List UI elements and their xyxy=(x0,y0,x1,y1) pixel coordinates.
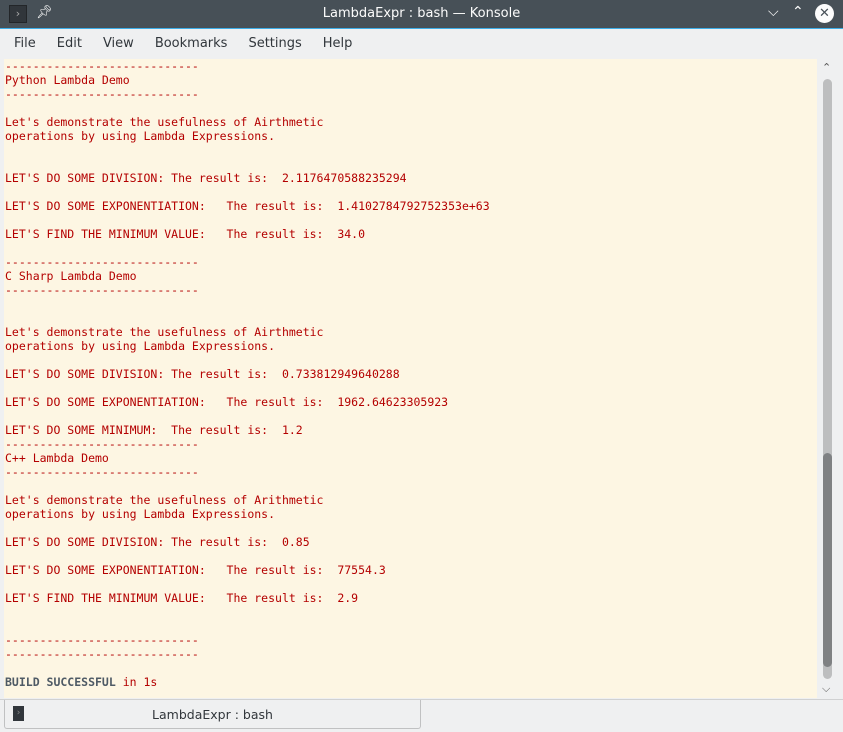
terminal-line: Let's demonstrate the usefulness of Arit… xyxy=(5,493,324,507)
terminal-line: operations by using Lambda Expressions. xyxy=(5,507,276,521)
scroll-up-icon[interactable]: ⌃ xyxy=(822,61,831,74)
terminal-line: LET'S DO SOME MINIMUM: The result is: 1.… xyxy=(5,423,303,437)
menu-help[interactable]: Help xyxy=(323,29,353,59)
menu-view[interactable]: View xyxy=(103,29,134,59)
tab-bar: › LambdaExpr : bash xyxy=(0,699,843,732)
terminal-line: ---------------------------- xyxy=(5,647,199,661)
menu-bar: File Edit View Bookmarks Settings Help xyxy=(0,29,843,59)
terminal-line: LET'S FIND THE MINIMUM VALUE: The result… xyxy=(5,227,366,241)
terminal-line: LET'S FIND THE MINIMUM VALUE: The result… xyxy=(5,591,359,605)
terminal-line: ---------------------------- xyxy=(5,59,199,73)
tab-lambdaexpr-bash[interactable]: › LambdaExpr : bash xyxy=(4,700,421,729)
menu-bookmarks[interactable]: Bookmarks xyxy=(155,29,228,59)
maximize-icon[interactable]: ⌃ xyxy=(792,4,804,20)
scroll-down-icon[interactable]: ⌵ xyxy=(822,682,830,696)
terminal-line: LET'S DO SOME DIVISION: The result is: 0… xyxy=(5,535,310,549)
scrollbar[interactable]: ⌃ ⌵ xyxy=(818,59,838,698)
menu-edit[interactable]: Edit xyxy=(57,29,82,59)
title-bar: › 📌︎ LambdaExpr : bash — Konsole ⌵ ⌃ ✕ xyxy=(0,0,843,28)
scroll-thumb[interactable] xyxy=(823,453,832,667)
menu-file[interactable]: File xyxy=(14,29,36,59)
terminal-line: ---------------------------- xyxy=(5,283,199,297)
terminal-output[interactable]: ---------------------------- Python Lambd… xyxy=(4,59,817,698)
terminal-line: ---------------------------- xyxy=(5,87,199,101)
build-status: BUILD SUCCESSFUL xyxy=(5,675,116,689)
build-time: in 1s xyxy=(115,675,158,689)
menu-settings[interactable]: Settings xyxy=(248,29,301,59)
terminal-line: ---------------------------- xyxy=(5,633,199,647)
terminal-line: ---------------------------- xyxy=(5,255,199,269)
terminal-line: operations by using Lambda Expressions. xyxy=(5,339,276,353)
terminal-line: LET'S DO SOME EXPONENTIATION: The result… xyxy=(5,563,386,577)
minimize-icon[interactable]: ⌵ xyxy=(768,4,779,20)
terminal-line: Let's demonstrate the usefulness of Airt… xyxy=(5,115,324,129)
terminal-line: LET'S DO SOME EXPONENTIATION: The result… xyxy=(5,395,449,409)
terminal-line: LET'S DO SOME DIVISION: The result is: 0… xyxy=(5,367,400,381)
tab-label: LambdaExpr : bash xyxy=(152,707,273,722)
terminal-line: ---------------------------- xyxy=(5,465,199,479)
terminal-line: LET'S DO SOME EXPONENTIATION: The result… xyxy=(5,199,490,213)
build-status-line: BUILD SUCCESSFUL in 1s xyxy=(4,675,817,689)
close-icon[interactable]: ✕ xyxy=(815,4,834,23)
terminal-line: Let's demonstrate the usefulness of Airt… xyxy=(5,325,324,339)
terminal-line: Python Lambda Demo xyxy=(5,73,130,87)
terminal-line: ---------------------------- xyxy=(5,437,199,451)
window-title: LambdaExpr : bash — Konsole xyxy=(322,6,521,21)
terminal-line: operations by using Lambda Expressions. xyxy=(5,129,276,143)
terminal-lines: ---------------------------- Python Lambd… xyxy=(4,59,817,689)
terminal-line: C++ Lambda Demo xyxy=(5,451,109,465)
terminal-line: C Sharp Lambda Demo xyxy=(5,269,137,283)
terminal-line: LET'S DO SOME DIVISION: The result is: 2… xyxy=(5,171,407,185)
